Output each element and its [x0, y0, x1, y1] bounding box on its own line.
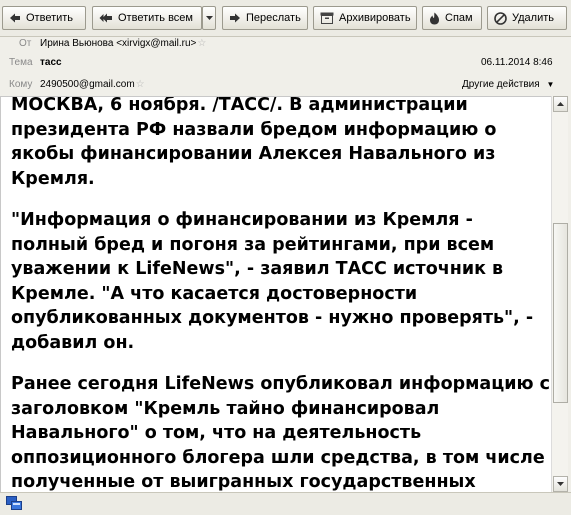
forward-arrow-icon	[230, 13, 240, 23]
subject-label: Тема	[9, 57, 33, 68]
spam-button[interactable]: Спам	[422, 6, 482, 30]
from-row: От Ирина Вьюнова <xirvigx@mail.ru>☆	[0, 38, 571, 56]
sender-address[interactable]: Ирина Вьюнова <xirvigx@mail.ru>☆	[40, 38, 206, 49]
message-text: МОСКВА, 6 ноября. /ТАСС/. В администраци…	[1, 96, 551, 492]
message-body[interactable]: МОСКВА, 6 ноября. /ТАСС/. В администраци…	[0, 96, 551, 492]
sender-text: Ирина Вьюнова <xirvigx@mail.ru>	[40, 38, 197, 49]
chevron-down-icon: ▼	[546, 80, 555, 89]
forward-label: Переслать	[246, 12, 301, 24]
star-icon[interactable]: ☆	[136, 79, 145, 90]
forward-button[interactable]: Переслать	[222, 6, 308, 30]
to-row: Кому 2490500@gmail.com☆ Другие действия …	[0, 79, 571, 95]
body-paragraph: "Информация о финансировании из Кремля -…	[11, 210, 534, 353]
vertical-scrollbar[interactable]	[551, 96, 568, 492]
reply-label: Ответить	[26, 12, 74, 24]
to-label: Кому	[9, 79, 33, 90]
delete-circle-icon	[494, 11, 507, 25]
spam-label: Спам	[445, 12, 473, 24]
reply-all-label: Ответить всем	[118, 12, 193, 24]
recipient-address[interactable]: 2490500@gmail.com☆	[40, 79, 145, 90]
reply-all-button[interactable]: Ответить всем	[92, 6, 202, 30]
star-icon[interactable]: ☆	[197, 38, 206, 49]
scroll-up-button[interactable]	[553, 96, 568, 112]
archive-button[interactable]: Архивировать	[313, 6, 417, 30]
scroll-down-button[interactable]	[553, 476, 568, 492]
reply-arrow-icon	[10, 13, 20, 23]
reply-all-dropdown-button[interactable]	[202, 6, 216, 30]
reply-button[interactable]: Ответить	[2, 6, 86, 30]
archive-box-icon	[320, 12, 334, 24]
from-label: От	[19, 38, 32, 49]
arrow-up-icon	[557, 102, 564, 106]
fire-icon	[430, 12, 439, 24]
delete-button[interactable]: Удалить	[487, 6, 567, 30]
archive-label: Архивировать	[339, 12, 411, 24]
subject-row: Тема тасс 06.11.2014 8:46	[0, 57, 571, 75]
message-toolbar: Ответить Ответить всем Переслать Архивир…	[0, 0, 571, 37]
status-bar	[0, 492, 571, 515]
subject-value: тасс	[40, 57, 62, 68]
chevron-down-icon	[206, 15, 213, 20]
network-status-icon[interactable]	[6, 496, 22, 511]
other-actions-menu[interactable]: Другие действия ▼	[462, 79, 554, 90]
delete-label: Удалить	[512, 12, 554, 24]
arrow-down-icon	[557, 482, 564, 486]
message-date: 06.11.2014 8:46	[481, 57, 553, 68]
recipient-text: 2490500@gmail.com	[40, 79, 135, 90]
scroll-thumb[interactable]	[553, 223, 568, 403]
body-paragraph: Ранее сегодня LifeNews опубликовал инфор…	[11, 374, 550, 492]
other-actions-label: Другие действия	[462, 79, 540, 90]
reply-all-icon	[99, 13, 112, 23]
body-paragraph: МОСКВА, 6 ноября. /ТАСС/. В администраци…	[11, 96, 497, 189]
